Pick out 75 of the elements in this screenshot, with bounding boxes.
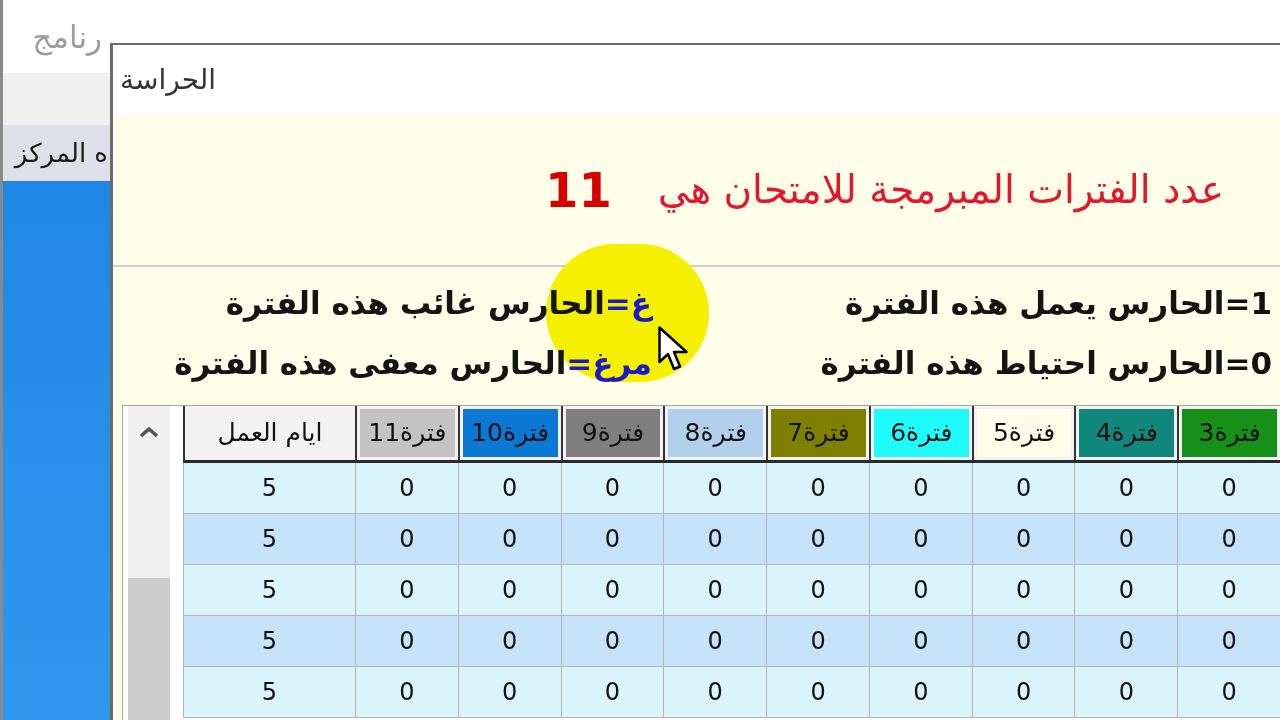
table-cell: 0 bbox=[663, 463, 767, 513]
column-header[interactable]: فترة4 bbox=[1079, 409, 1175, 457]
table-cell: 0 bbox=[766, 565, 869, 615]
table-cell: 0 bbox=[1074, 565, 1178, 615]
legend-description: الحارس معفى هذه الفترة bbox=[174, 343, 567, 384]
table-cell: 0 bbox=[457, 463, 561, 513]
column-header[interactable]: فترة5 bbox=[976, 409, 1072, 457]
table-cell: 0 bbox=[457, 667, 561, 717]
table-cell: 0 bbox=[971, 463, 1075, 513]
table-cell: 0 bbox=[560, 667, 664, 717]
table-cell: 0 bbox=[766, 616, 869, 666]
table-cell: 0 bbox=[355, 616, 458, 666]
table-cell: 5 bbox=[183, 463, 355, 513]
column-header[interactable]: فترة3 bbox=[1182, 409, 1277, 457]
column-header[interactable]: فترة11 bbox=[360, 409, 455, 457]
table-cell: 5 bbox=[183, 565, 355, 615]
scrollbar-thumb[interactable] bbox=[128, 578, 170, 720]
table-cell: 5 bbox=[183, 616, 355, 666]
table-cell: 0 bbox=[868, 463, 972, 513]
table-cell: 0 bbox=[355, 667, 458, 717]
table-cell: 0 bbox=[1177, 565, 1280, 615]
table-cell: 0 bbox=[1074, 463, 1178, 513]
dialog-title: الحراسة bbox=[120, 62, 217, 98]
table-cell: 0 bbox=[560, 616, 664, 666]
table-cell: 0 bbox=[457, 565, 561, 615]
caret-up-icon bbox=[139, 426, 159, 438]
mouse-pointer-icon bbox=[658, 326, 690, 372]
table-cell: 0 bbox=[1177, 514, 1280, 564]
table-cell: 0 bbox=[971, 514, 1075, 564]
table-cell: 0 bbox=[1177, 616, 1280, 666]
periods-message: عدد الفترات المبرمجة للامتحان هي bbox=[657, 165, 1224, 215]
table-cell: 0 bbox=[1074, 667, 1178, 717]
table-cell: 0 bbox=[560, 565, 664, 615]
table-cell: 0 bbox=[560, 514, 664, 564]
table-cell: 0 bbox=[766, 463, 869, 513]
legend-key: غ= bbox=[604, 279, 652, 327]
legend-description: الحارس احتياط هذه الفترة bbox=[820, 343, 1225, 384]
legend-key: 0= bbox=[1224, 339, 1272, 387]
table-cell: 0 bbox=[1074, 514, 1178, 564]
table-cell: 0 bbox=[868, 565, 972, 615]
table-cell: 0 bbox=[663, 616, 767, 666]
table-cell: 0 bbox=[1177, 667, 1280, 717]
table-cell: 0 bbox=[868, 667, 972, 717]
column-header[interactable]: فترة10 bbox=[462, 409, 558, 457]
column-header[interactable]: فترة9 bbox=[565, 409, 661, 457]
table-cell: 0 bbox=[868, 616, 972, 666]
table-cell: 0 bbox=[868, 514, 972, 564]
table-cell: 5 bbox=[183, 514, 355, 564]
table-cell: 0 bbox=[1074, 616, 1178, 666]
table-cell: 0 bbox=[560, 463, 664, 513]
table-cell: 0 bbox=[457, 514, 561, 564]
legend-key: مرغ= bbox=[566, 339, 652, 387]
table-cell: 0 bbox=[971, 565, 1075, 615]
legend-description: الحارس يعمل هذه الفترة bbox=[845, 283, 1225, 324]
column-header[interactable]: فترة8 bbox=[668, 409, 764, 457]
legend-key: 1= bbox=[1224, 279, 1272, 327]
periods-count: 11 bbox=[545, 166, 612, 214]
table-cell: 0 bbox=[355, 565, 458, 615]
table-cell: 0 bbox=[355, 463, 458, 513]
column-header[interactable]: فترة7 bbox=[771, 409, 866, 457]
column-header[interactable]: ايام العمل bbox=[188, 409, 352, 457]
window-title: رنامج bbox=[32, 18, 102, 58]
column-header[interactable]: فترة6 bbox=[873, 409, 969, 457]
scrollbar[interactable] bbox=[128, 406, 170, 720]
table-cell: 0 bbox=[1177, 463, 1280, 513]
table-cell: 0 bbox=[663, 565, 767, 615]
table-cell: 0 bbox=[355, 514, 458, 564]
table-cell: 0 bbox=[971, 667, 1075, 717]
table-cell: 0 bbox=[766, 667, 869, 717]
table-cell: 0 bbox=[457, 616, 561, 666]
table-cell: 0 bbox=[766, 514, 869, 564]
table-cell: 5 bbox=[183, 667, 355, 717]
table-cell: 0 bbox=[663, 667, 767, 717]
table-cell: 0 bbox=[663, 514, 767, 564]
table-cell: 0 bbox=[971, 616, 1075, 666]
